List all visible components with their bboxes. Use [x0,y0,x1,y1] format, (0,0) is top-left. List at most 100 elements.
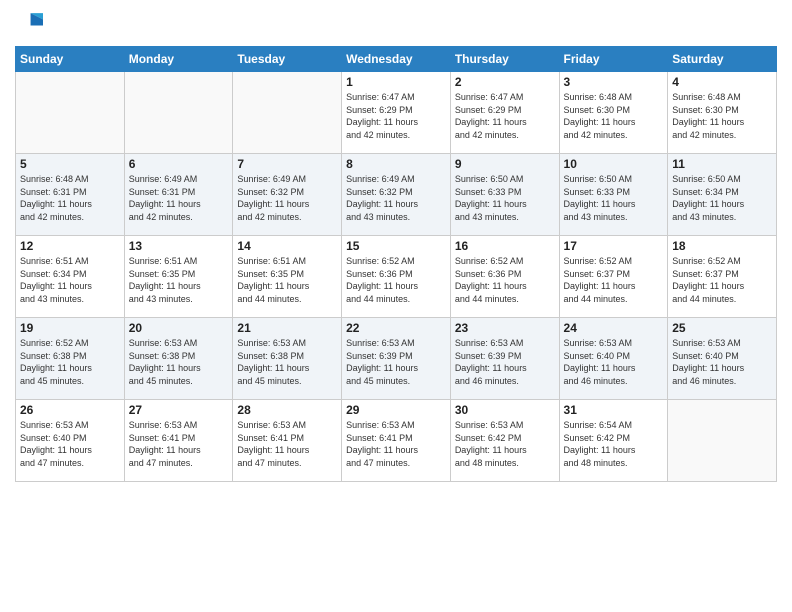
day-number: 6 [129,157,229,171]
day-number: 26 [20,403,120,417]
weekday-header-tuesday: Tuesday [233,47,342,72]
calendar-cell: 13 Sunrise: 6:51 AM Sunset: 6:35 PM Dayli… [124,236,233,318]
calendar-cell: 28Sunrise: 6:53 AM Sunset: 6:41 PM Dayli… [233,400,342,482]
calendar-cell: 8Sunrise: 6:49 AM Sunset: 6:32 PM Daylig… [342,154,451,236]
day-number: 13 [129,239,229,253]
calendar-cell: 11 Sunrise: 6:50 AM Sunset: 6:34 PM Dayli… [668,154,777,236]
day-info: Sunrise: 6:52 AM Sunset: 6:36 PM Dayligh… [455,255,555,305]
day-info: Sunrise: 6:51 AM Sunset: 6:35 PM Dayligh… [237,255,337,305]
calendar-week-4: 26 Sunrise: 6:53 AM Sunset: 6:40 PM Dayli… [16,400,777,482]
day-info: Sunrise: 6:53 AM Sunset: 6:39 PM Dayligh… [346,337,446,387]
day-number: 25 [672,321,772,335]
day-info: Sunrise: 6:52 AM Sunset: 6:38 PM Dayligh… [20,337,120,387]
day-info: Sunrise: 6:53 AM Sunset: 6:40 PM Dayligh… [20,419,120,469]
calendar-cell: 31 Sunrise: 6:54 AM Sunset: 6:42 PM Dayli… [559,400,668,482]
day-info: Sunrise: 6:52 AM Sunset: 6:36 PM Dayligh… [346,255,446,305]
calendar-cell: 17 Sunrise: 6:52 AM Sunset: 6:37 PM Dayli… [559,236,668,318]
day-info: Sunrise: 6:53 AM Sunset: 6:42 PM Dayligh… [455,419,555,469]
day-number: 16 [455,239,555,253]
day-info: Sunrise: 6:52 AM Sunset: 6:37 PM Dayligh… [672,255,772,305]
calendar-cell: 4 Sunrise: 6:48 AM Sunset: 6:30 PM Daylig… [668,72,777,154]
day-info: Sunrise: 6:52 AM Sunset: 6:37 PM Dayligh… [564,255,664,305]
day-number: 14 [237,239,337,253]
day-info: Sunrise: 6:49 AM Sunset: 6:31 PM Dayligh… [129,173,229,223]
calendar-cell: 24 Sunrise: 6:53 AM Sunset: 6:40 PM Dayli… [559,318,668,400]
day-info: Sunrise: 6:49 AM Sunset: 6:32 PM Dayligh… [237,173,337,223]
weekday-header-sunday: Sunday [16,47,125,72]
day-number: 21 [237,321,337,335]
day-number: 10 [564,157,664,171]
calendar-cell: 6 Sunrise: 6:49 AM Sunset: 6:31 PM Daylig… [124,154,233,236]
day-number: 1 [346,75,446,89]
day-info: Sunrise: 6:48 AM Sunset: 6:30 PM Dayligh… [672,91,772,141]
calendar-week-3: 19 Sunrise: 6:52 AM Sunset: 6:38 PM Dayli… [16,318,777,400]
calendar-cell: 16 Sunrise: 6:52 AM Sunset: 6:36 PM Dayli… [450,236,559,318]
day-number: 24 [564,321,664,335]
day-info: Sunrise: 6:47 AM Sunset: 6:29 PM Dayligh… [455,91,555,141]
day-number: 17 [564,239,664,253]
calendar-cell: 23Sunrise: 6:53 AM Sunset: 6:39 PM Dayli… [450,318,559,400]
calendar-header: SundayMondayTuesdayWednesdayThursdayFrid… [16,47,777,72]
day-number: 9 [455,157,555,171]
calendar-cell: 5Sunrise: 6:48 AM Sunset: 6:31 PM Daylig… [16,154,125,236]
day-number: 18 [672,239,772,253]
day-number: 31 [564,403,664,417]
day-info: Sunrise: 6:53 AM Sunset: 6:40 PM Dayligh… [672,337,772,387]
day-number: 23 [455,321,555,335]
day-info: Sunrise: 6:50 AM Sunset: 6:33 PM Dayligh… [564,173,664,223]
calendar-cell [233,72,342,154]
calendar-cell: 15 Sunrise: 6:52 AM Sunset: 6:36 PM Dayli… [342,236,451,318]
day-info: Sunrise: 6:53 AM Sunset: 6:38 PM Dayligh… [237,337,337,387]
calendar-cell [124,72,233,154]
day-number: 19 [20,321,120,335]
calendar-cell: 20Sunrise: 6:53 AM Sunset: 6:38 PM Dayli… [124,318,233,400]
logo-icon [15,10,43,38]
day-info: Sunrise: 6:50 AM Sunset: 6:33 PM Dayligh… [455,173,555,223]
day-number: 20 [129,321,229,335]
calendar-cell: 3Sunrise: 6:48 AM Sunset: 6:30 PM Daylig… [559,72,668,154]
calendar-cell: 22Sunrise: 6:53 AM Sunset: 6:39 PM Dayli… [342,318,451,400]
calendar-cell: 25 Sunrise: 6:53 AM Sunset: 6:40 PM Dayli… [668,318,777,400]
day-info: Sunrise: 6:54 AM Sunset: 6:42 PM Dayligh… [564,419,664,469]
calendar: SundayMondayTuesdayWednesdayThursdayFrid… [15,46,777,482]
day-number: 3 [564,75,664,89]
day-number: 15 [346,239,446,253]
weekday-header-thursday: Thursday [450,47,559,72]
calendar-cell: 29 Sunrise: 6:53 AM Sunset: 6:41 PM Dayli… [342,400,451,482]
calendar-week-0: 1 Sunrise: 6:47 AM Sunset: 6:29 PM Daylig… [16,72,777,154]
weekday-header-monday: Monday [124,47,233,72]
calendar-cell: 21 Sunrise: 6:53 AM Sunset: 6:38 PM Dayli… [233,318,342,400]
day-number: 30 [455,403,555,417]
calendar-week-1: 5Sunrise: 6:48 AM Sunset: 6:31 PM Daylig… [16,154,777,236]
calendar-cell: 14 Sunrise: 6:51 AM Sunset: 6:35 PM Dayli… [233,236,342,318]
day-number: 28 [237,403,337,417]
day-info: Sunrise: 6:53 AM Sunset: 6:40 PM Dayligh… [564,337,664,387]
day-info: Sunrise: 6:53 AM Sunset: 6:41 PM Dayligh… [346,419,446,469]
day-number: 8 [346,157,446,171]
calendar-cell: 2 Sunrise: 6:47 AM Sunset: 6:29 PM Daylig… [450,72,559,154]
day-number: 11 [672,157,772,171]
day-info: Sunrise: 6:53 AM Sunset: 6:41 PM Dayligh… [129,419,229,469]
calendar-cell [16,72,125,154]
day-number: 4 [672,75,772,89]
calendar-cell: 27Sunrise: 6:53 AM Sunset: 6:41 PM Dayli… [124,400,233,482]
day-number: 2 [455,75,555,89]
weekday-header-wednesday: Wednesday [342,47,451,72]
calendar-cell: 9 Sunrise: 6:50 AM Sunset: 6:33 PM Daylig… [450,154,559,236]
calendar-cell: 19 Sunrise: 6:52 AM Sunset: 6:38 PM Dayli… [16,318,125,400]
day-info: Sunrise: 6:50 AM Sunset: 6:34 PM Dayligh… [672,173,772,223]
calendar-cell: 26 Sunrise: 6:53 AM Sunset: 6:40 PM Dayli… [16,400,125,482]
day-number: 5 [20,157,120,171]
day-info: Sunrise: 6:47 AM Sunset: 6:29 PM Dayligh… [346,91,446,141]
page: SundayMondayTuesdayWednesdayThursdayFrid… [0,0,792,612]
weekday-header-friday: Friday [559,47,668,72]
calendar-cell: 10 Sunrise: 6:50 AM Sunset: 6:33 PM Dayli… [559,154,668,236]
day-number: 29 [346,403,446,417]
calendar-cell [668,400,777,482]
calendar-cell: 18 Sunrise: 6:52 AM Sunset: 6:37 PM Dayli… [668,236,777,318]
day-info: Sunrise: 6:51 AM Sunset: 6:35 PM Dayligh… [129,255,229,305]
weekday-header-saturday: Saturday [668,47,777,72]
day-number: 12 [20,239,120,253]
logo [15,10,45,38]
calendar-cell: 1 Sunrise: 6:47 AM Sunset: 6:29 PM Daylig… [342,72,451,154]
